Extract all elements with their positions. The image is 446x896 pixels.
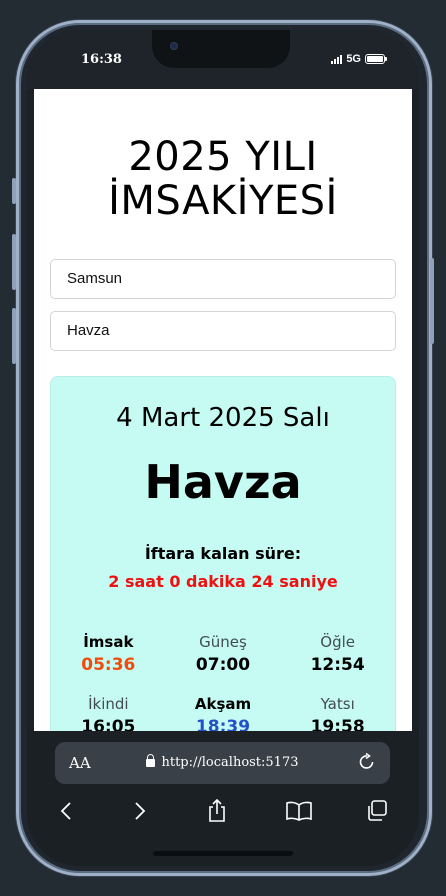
time-value: 07:00 [195,655,251,675]
signal-icon [331,54,343,64]
time-ogle: Öğle 12:54 [280,633,395,675]
forward-icon[interactable] [126,797,154,825]
tabs-icon[interactable] [363,797,391,825]
url-text: http://localhost:5173 [161,755,299,770]
time-name: Akşam [194,695,252,713]
web-viewport: 2025 YILI İMSAKİYESİ Samsun Havza 4 Mart… [34,89,412,731]
network-label: 5G [346,53,361,65]
time-name: İmsak [83,633,134,651]
volume-down-button [12,308,16,364]
status-indicators: 5G [331,53,387,65]
browser-toolbar: AA http://localhost:5173 [27,731,419,866]
page-title: 2025 YILI İMSAKİYESİ [34,135,412,223]
time-value: 19:58 [310,717,365,731]
silent-switch [12,178,16,204]
countdown-value: 2 saat 0 dakika 24 saniye [108,572,338,591]
time-name: Öğle [320,633,356,651]
time-ikindi: İkindi 16:05 [51,695,166,731]
current-date: 4 Mart 2025 Salı [116,403,330,433]
time-value: 18:39 [195,717,251,731]
address-bar[interactable]: AA http://localhost:5173 [55,742,390,784]
url-display[interactable]: http://localhost:5173 [55,754,390,770]
district-select[interactable]: Havza [50,311,396,351]
time-aksam: Akşam 18:39 [166,695,281,731]
city-select[interactable]: Samsun [50,259,396,299]
time-name: İkindi [88,695,129,713]
status-time: 16:38 [81,52,122,67]
time-value: 12:54 [310,655,365,675]
home-indicator [153,851,293,856]
countdown-label: İftara kalan süre: [144,544,302,563]
battery-icon [365,54,387,64]
page-title-line2: İMSAKİYESİ [108,178,338,224]
reload-icon[interactable] [358,752,376,777]
power-button [430,258,434,344]
district-name: Havza [144,455,302,509]
phone-screen: 16:38 5G 2025 YILI İMSAKİYESİ Samsun Hav… [27,30,419,866]
share-icon[interactable] [203,797,231,825]
time-value: 16:05 [81,717,136,731]
prayer-times-grid: İmsak 05:36 Güneş 07:00 Öğle 12:54 İkind… [51,633,395,731]
time-value: 05:36 [81,655,136,675]
bookmarks-icon[interactable] [285,797,313,825]
page-title-line1: 2025 YILI [128,134,318,180]
time-gunes: Güneş 07:00 [166,633,281,675]
prayer-times-card: 4 Mart 2025 Salı Havza İftara kalan süre… [50,376,396,731]
time-name: Yatsı [320,695,355,713]
time-imsak: İmsak 05:36 [51,633,166,675]
browser-nav [27,797,419,829]
time-name: Güneş [199,633,247,651]
volume-up-button [12,234,16,290]
time-yatsi: Yatsı 19:58 [280,695,395,731]
lock-icon [146,754,156,767]
back-icon[interactable] [52,797,80,825]
front-camera [170,42,178,50]
status-bar: 16:38 5G [27,30,419,89]
